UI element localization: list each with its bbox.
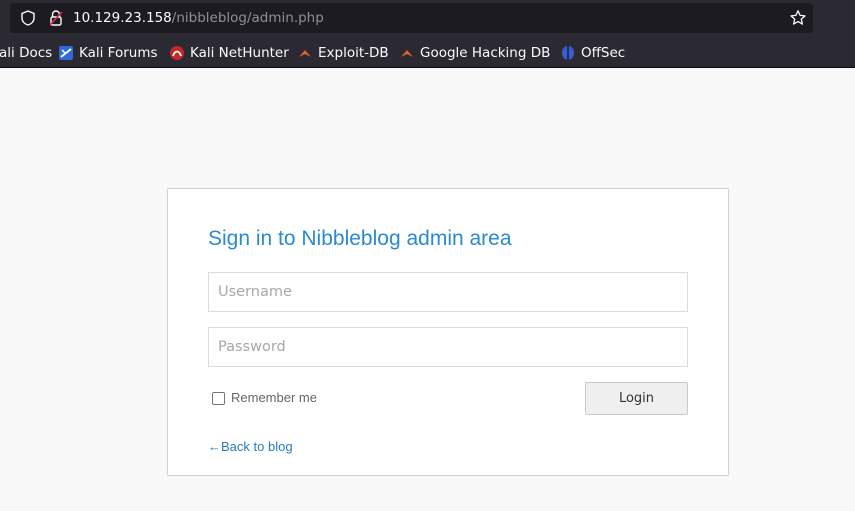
shield-icon[interactable]: [19, 9, 37, 27]
bookmark-kali-docs[interactable]: ali Docs: [0, 43, 52, 63]
bookmark-label: Google Hacking DB: [420, 45, 551, 61]
kali-nethunter-icon: [169, 45, 185, 61]
url-text[interactable]: 10.129.23.158/nibbleblog/admin.php: [73, 10, 324, 26]
remember-me-label[interactable]: Remember me: [231, 390, 317, 405]
ghdb-icon: [399, 45, 415, 61]
bookmark-label: Exploit-DB: [318, 45, 389, 61]
browser-chrome: 10.129.23.158/nibbleblog/admin.php ali D…: [0, 0, 855, 68]
bookmark-label: Kali Forums: [79, 45, 158, 61]
login-title: Sign in to Nibbleblog admin area: [208, 227, 512, 250]
bookmark-label: Kali NetHunter: [190, 45, 289, 61]
bookmarks-toolbar: ali Docs Kali Forums Kali NetHunter Expl…: [0, 40, 855, 64]
bookmark-label: OffSec: [581, 45, 626, 61]
username-input[interactable]: [208, 272, 688, 312]
back-to-blog-link[interactable]: ←Back to blog: [208, 439, 293, 454]
exploit-db-icon: [297, 45, 313, 61]
bookmark-google-hacking-db[interactable]: Google Hacking DB: [399, 43, 550, 63]
url-bar[interactable]: 10.129.23.158/nibbleblog/admin.php: [10, 3, 813, 33]
bookmark-exploit-db[interactable]: Exploit-DB: [297, 43, 389, 63]
bookmark-star-icon[interactable]: [789, 9, 807, 27]
password-input[interactable]: [208, 327, 688, 367]
login-card: Sign in to Nibbleblog admin area Remembe…: [167, 188, 729, 476]
url-path: /nibbleblog/admin.php: [171, 10, 324, 26]
insecure-lock-icon[interactable]: [47, 9, 65, 27]
url-host: 10.129.23.158: [73, 10, 172, 26]
login-button[interactable]: Login: [585, 382, 688, 415]
bookmark-kali-forums[interactable]: Kali Forums: [58, 43, 158, 63]
offsec-icon: [560, 45, 576, 61]
kali-forums-icon: [58, 45, 74, 61]
remember-me-checkbox[interactable]: [212, 392, 225, 405]
bookmark-offsec[interactable]: OffSec: [560, 43, 625, 63]
remember-me-row[interactable]: Remember me: [212, 390, 317, 405]
bookmark-label: ali Docs: [0, 45, 53, 61]
bookmark-kali-nethunter[interactable]: Kali NetHunter: [169, 43, 289, 63]
